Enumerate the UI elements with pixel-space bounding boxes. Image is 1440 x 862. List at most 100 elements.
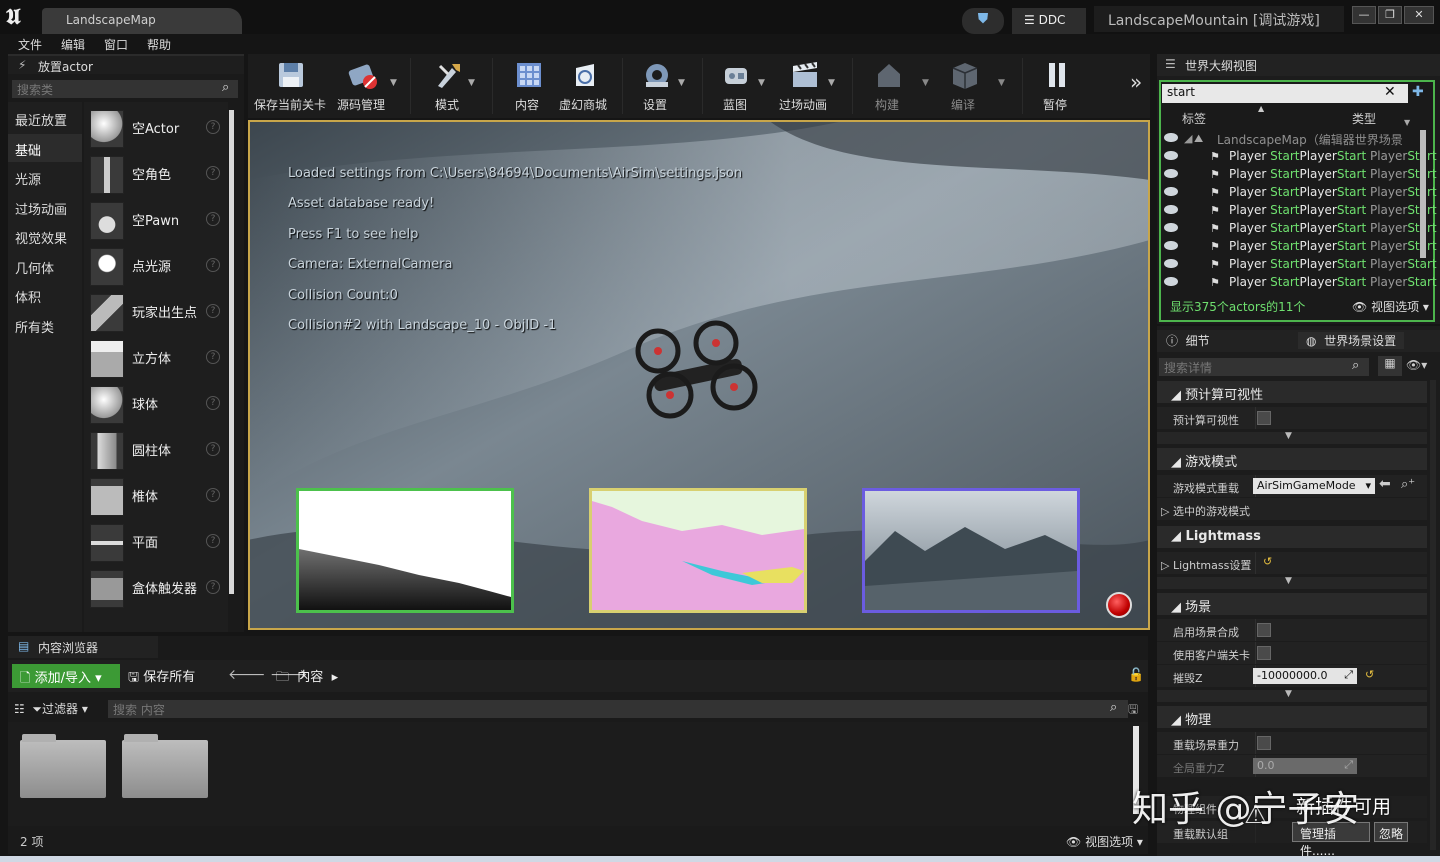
outliner-row-player-start[interactable]: ⚑Player StartPlayerStart PlayerStart	[1162, 148, 1437, 166]
advanced-expander[interactable]: ▼	[1157, 576, 1427, 589]
menu-window[interactable]: 窗口	[104, 36, 128, 53]
column-type-header[interactable]: 类型	[1352, 110, 1376, 127]
row-selected-game-mode[interactable]: ▷ 选中的游戏模式	[1157, 498, 1427, 520]
browse-icon[interactable]: ⌕⁺	[1401, 477, 1415, 492]
close-button[interactable]: ✕	[1404, 6, 1434, 24]
row-lightmass-settings[interactable]: ▷ Lightmass设置 ↺	[1157, 552, 1427, 574]
help-icon[interactable]: ?	[206, 534, 220, 548]
visibility-eye-icon[interactable]	[1164, 151, 1178, 160]
help-icon[interactable]: ?	[206, 488, 220, 502]
source-control-button[interactable]: 源码管理	[326, 54, 396, 118]
eye-dropdown-icon[interactable]: 👁▾	[1406, 358, 1427, 372]
help-icon[interactable]: ?	[206, 120, 220, 134]
category-volumes[interactable]: 体积	[8, 281, 82, 309]
actor-item-empty-character[interactable]: 空角色?	[86, 152, 226, 196]
advanced-expander[interactable]: ▼	[1157, 431, 1427, 444]
visibility-eye-icon[interactable]	[1164, 241, 1178, 250]
reset-default-icon[interactable]: ↺	[1263, 555, 1272, 568]
client-streaming-checkbox[interactable]	[1257, 646, 1271, 660]
outliner-scrollbar[interactable]	[1420, 130, 1426, 258]
menu-edit[interactable]: 编辑	[61, 36, 85, 53]
help-icon[interactable]: ?	[206, 580, 220, 594]
override-gravity-checkbox[interactable]	[1257, 736, 1271, 750]
chevron-right-icon[interactable]: ▸	[332, 670, 339, 685]
chevron-down-icon[interactable]: ▼	[998, 78, 1005, 88]
global-gravity-input[interactable]: 0.0 ⤢	[1253, 758, 1357, 774]
clear-search-icon[interactable]: ✕	[1384, 84, 1396, 100]
actor-item-sphere[interactable]: 球体?	[86, 382, 226, 426]
ddc-button[interactable]: ☰ DDC	[1012, 8, 1086, 34]
toolbar-overflow-button[interactable]: »	[1130, 70, 1142, 94]
actor-item-plane[interactable]: 平面?	[86, 520, 226, 564]
outliner-search-input[interactable]: start	[1162, 84, 1408, 103]
tab-world-settings[interactable]: ◍ 世界场景设置	[1298, 332, 1405, 349]
help-icon[interactable]: ?	[206, 350, 220, 364]
save-level-button[interactable]: 保存当前关卡	[254, 54, 326, 118]
content-view-options[interactable]: 👁 视图选项 ▾	[1066, 833, 1143, 850]
actor-item-cylinder[interactable]: 圆柱体?	[86, 428, 226, 472]
arrow-left-icon[interactable]: ⬅	[1379, 476, 1391, 492]
actor-item-empty-actor[interactable]: 空Actor?	[86, 106, 226, 150]
outliner-row-player-start[interactable]: ⚑Player StartPlayerStart PlayerStart	[1162, 202, 1437, 220]
chevron-down-icon[interactable]: ▼	[758, 78, 765, 88]
chevron-down-icon[interactable]: ▼	[1404, 118, 1410, 127]
chevron-down-icon[interactable]: ▼	[390, 78, 397, 88]
visibility-eye-icon[interactable]	[1164, 169, 1178, 178]
section-precomputed-visibility[interactable]: ◢ 预计算可视性	[1157, 381, 1427, 403]
category-cinematic[interactable]: 过场动画	[8, 193, 82, 221]
section-physics[interactable]: ◢ 物理	[1157, 706, 1427, 728]
help-icon[interactable]: ?	[206, 442, 220, 456]
reset-default-icon[interactable]: ↺	[1365, 668, 1374, 681]
outliner-view-options[interactable]: 👁 视图选项 ▾	[1352, 298, 1429, 315]
visibility-eye-icon[interactable]	[1164, 259, 1178, 268]
save-search-icon[interactable]: 🖫	[1128, 700, 1138, 721]
marketplace-button[interactable]: 虚幻商城	[548, 54, 618, 118]
filters-button[interactable]: ☷ ⏷过滤器 ▾	[14, 700, 88, 717]
visibility-eye-icon[interactable]	[1164, 133, 1178, 142]
details-search-input[interactable]: 搜索详情	[1159, 358, 1369, 376]
precomputed-visibility-checkbox[interactable]	[1257, 411, 1271, 425]
kill-z-input[interactable]: -10000000.0 ⤢	[1253, 668, 1357, 684]
visibility-eye-icon[interactable]	[1164, 223, 1178, 232]
world-composition-checkbox[interactable]	[1257, 623, 1271, 637]
outliner-row-player-start[interactable]: ⚑Player StartPlayerStart PlayerStart	[1162, 220, 1437, 238]
outliner-row-player-start[interactable]: ⚑Player StartPlayerStart PlayerStart	[1162, 256, 1437, 274]
category-recent[interactable]: 最近放置	[8, 104, 82, 132]
visibility-eye-icon[interactable]	[1164, 187, 1178, 196]
save-all-button[interactable]: 🖫 保存所有	[128, 666, 195, 690]
game-mode-dropdown[interactable]: AirSimGameMode ▾	[1253, 478, 1375, 494]
category-all-classes[interactable]: 所有类	[8, 311, 82, 339]
lock-icon[interactable]: 🔓	[1128, 668, 1144, 683]
chevron-down-icon[interactable]: ▼	[828, 78, 835, 88]
category-geometry[interactable]: 几何体	[8, 252, 82, 280]
folder-tile[interactable]	[122, 734, 208, 798]
record-button[interactable]	[1106, 592, 1132, 618]
actor-item-point-light[interactable]: 点光源?	[86, 244, 226, 288]
outliner-row-player-start[interactable]: ⚑Player StartPlayerStart PlayerStart	[1162, 166, 1437, 184]
actor-item-player-start[interactable]: 玩家出生点?	[86, 290, 226, 334]
column-label-header[interactable]: 标签	[1182, 110, 1206, 127]
menu-help[interactable]: 帮助	[147, 36, 171, 53]
compile-button[interactable]: 编译	[928, 54, 998, 118]
ignore-button[interactable]: 忽略	[1374, 822, 1408, 842]
help-icon[interactable]: ?	[206, 212, 220, 226]
chevron-down-icon[interactable]: ▼	[468, 78, 475, 88]
outliner-row-player-start[interactable]: ⚑Player StartPlayerStart PlayerStart	[1162, 184, 1437, 202]
category-lights[interactable]: 光源	[8, 163, 82, 191]
help-icon[interactable]: ?	[206, 166, 220, 180]
actor-item-cone[interactable]: 椎体?	[86, 474, 226, 518]
visibility-eye-icon[interactable]	[1164, 205, 1178, 214]
add-import-button[interactable]: 🗋 添加/导入 ▾	[12, 664, 120, 688]
maximize-button[interactable]: ❐	[1378, 6, 1402, 24]
section-lightmass[interactable]: ◢ Lightmass	[1157, 526, 1427, 548]
minimize-button[interactable]: —	[1352, 6, 1376, 24]
document-tab[interactable]: LandscapeMap	[42, 8, 242, 34]
outliner-row-player-start[interactable]: ⚑Player StartPlayerStart PlayerStart	[1162, 238, 1437, 256]
property-matrix-icon[interactable]: ▦	[1378, 356, 1402, 376]
section-world[interactable]: ◢ 场景	[1157, 593, 1427, 615]
category-basic[interactable]: 基础	[8, 134, 82, 162]
pause-button[interactable]: 暂停	[1020, 54, 1090, 118]
content-browser-tab[interactable]: ▤ 内容浏览器	[8, 636, 158, 658]
outliner-row-player-start[interactable]: ⚑Player StartPlayerStart PlayerStart	[1162, 274, 1437, 292]
back-arrow-icon[interactable]: 🡐	[228, 667, 266, 683]
